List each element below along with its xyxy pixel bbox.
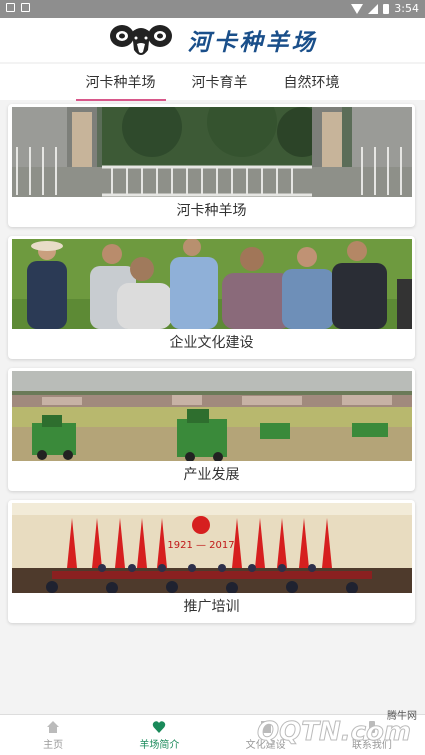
conference-banner-text: 1921 — 2017 [167, 540, 234, 551]
card-caption: 企业文化建设 [169, 335, 254, 351]
nav-culture[interactable]: 文化建设 [213, 715, 319, 755]
status-time: 3:54 [394, 2, 419, 15]
app-header: 河卡种羊场 [0, 18, 425, 62]
tab-hekayuyang[interactable]: 河卡育羊 [188, 66, 252, 98]
card-caption: 产业发展 [183, 467, 240, 483]
card-caption: 推广培训 [183, 599, 240, 615]
app-title: 河卡种羊场 [187, 29, 318, 56]
wifi-icon [351, 3, 364, 14]
card-industry[interactable]: 产业发展 [8, 368, 415, 491]
card-culture[interactable]: 企业文化建设 [8, 236, 415, 359]
nav-home-label: 主页 [43, 739, 64, 751]
farm-gate-photo [12, 107, 412, 197]
nav-home[interactable]: 主页 [0, 715, 106, 755]
harvesters-photo [12, 371, 412, 461]
tab-hekazhongyangchang[interactable]: 河卡种羊场 [75, 66, 166, 101]
book-icon [260, 720, 271, 733]
heart-icon [153, 720, 166, 733]
nav-farm-intro[interactable]: 羊场简介 [106, 715, 212, 755]
signal-icon [368, 3, 379, 14]
people-meeting-photo [12, 239, 412, 329]
card-caption: 河卡种羊场 [176, 203, 247, 219]
notification-icon-2 [21, 3, 30, 12]
top-tabs: 河卡种羊场 河卡育羊 自然环境 [0, 64, 425, 101]
notification-icon [6, 3, 15, 12]
status-bar: 3:54 [0, 0, 425, 18]
nav-farm-intro-label: 羊场简介 [139, 739, 180, 751]
nav-contact[interactable]: 联系我们 [319, 715, 425, 755]
conference-hall-photo: 1921 — 2017 [12, 503, 412, 593]
home-icon [47, 720, 60, 733]
nav-contact-label: 联系我们 [351, 739, 392, 751]
ram-head-icon [109, 25, 172, 55]
phone-icon [368, 720, 375, 733]
battery-icon [383, 3, 390, 14]
card-list: 河卡种羊场 企业文化建设 产业发展 1921 — 2017 推广培训 [8, 104, 417, 632]
card-training[interactable]: 1921 — 2017 推广培训 [8, 500, 415, 623]
nav-culture-label: 文化建设 [245, 739, 286, 751]
card-farm[interactable]: 河卡种羊场 [8, 104, 415, 227]
tab-ziranhuanjing[interactable]: 自然环境 [280, 66, 344, 98]
bottom-nav: 主页 羊场简介 文化建设 联系我们 [0, 714, 425, 755]
